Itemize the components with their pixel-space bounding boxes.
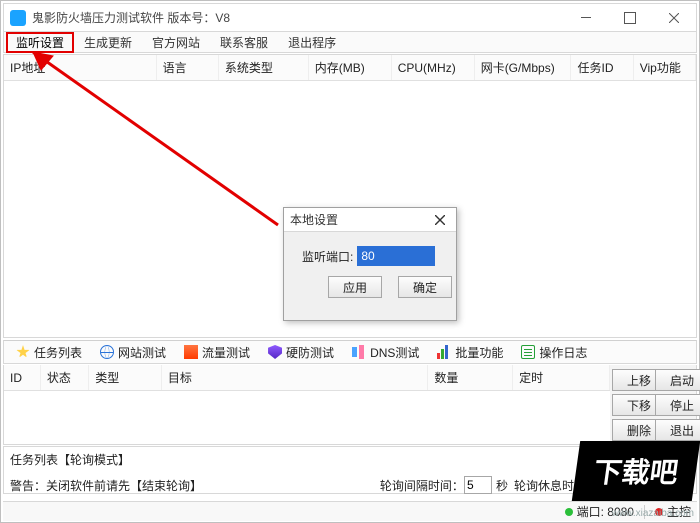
app-icon — [10, 10, 26, 26]
globe-icon — [100, 345, 114, 359]
tb-batch[interactable]: 批量功能 — [429, 342, 511, 363]
tb-hard-test[interactable]: 硬防测试 — [260, 342, 342, 363]
tb-label: 流量测试 — [202, 344, 250, 361]
shield-icon — [268, 345, 282, 359]
tb-label: 硬防测试 — [286, 344, 334, 361]
tcol-target[interactable]: 目标 — [161, 365, 427, 391]
task-toolbar: 任务列表 网站测试 流量测试 硬防测试 DNS测试 批量功能 操作日志 — [3, 340, 697, 364]
watermark-url: www.xiazaiba.com — [612, 508, 694, 519]
tb-label: 网站测试 — [118, 344, 166, 361]
tasks-grid[interactable]: ID 状态 类型 目标 数量 定时 — [4, 365, 610, 444]
tb-label: 操作日志 — [539, 344, 587, 361]
listen-port-label: 监听端口: — [302, 248, 353, 265]
status-led-green-icon — [565, 508, 573, 516]
col-language[interactable]: 语言 — [156, 55, 218, 81]
title-bar: 鬼影防火墙压力测试软件 版本号：V8 — [3, 3, 697, 31]
stop-button[interactable]: 停止 — [655, 394, 700, 416]
tcol-id[interactable]: ID — [4, 365, 40, 391]
task-side-buttons: 上移 启动 下移 停止 删除 退出 — [610, 365, 696, 444]
tb-flow-test[interactable]: 流量测试 — [176, 342, 258, 363]
listen-port-input[interactable] — [357, 246, 435, 266]
warning-text: 警告：关闭软件前请先【结束轮询】 — [10, 477, 202, 494]
menu-exit[interactable]: 退出程序 — [278, 32, 346, 53]
tcol-count[interactable]: 数量 — [428, 365, 513, 391]
col-ip[interactable]: IP地址 — [4, 55, 156, 81]
log-icon — [521, 345, 535, 359]
col-memory[interactable]: 内存(MB) — [308, 55, 391, 81]
tcol-status[interactable]: 状态 — [40, 365, 88, 391]
local-settings-dialog: 本地设置 监听端口: 应用 确定 — [283, 207, 457, 321]
col-os[interactable]: 系统类型 — [218, 55, 308, 81]
watermark-logo: 下载吧 — [572, 441, 700, 501]
dialog-close-button[interactable] — [430, 211, 450, 229]
col-cpu[interactable]: CPU(MHz) — [391, 55, 474, 81]
tb-log[interactable]: 操作日志 — [513, 342, 595, 363]
status-bar: 端口: 8080 主控 — [3, 501, 697, 521]
col-vip[interactable]: Vip功能 — [633, 55, 695, 81]
close-button[interactable] — [652, 4, 696, 31]
minimize-button[interactable] — [564, 4, 608, 31]
flow-icon — [184, 345, 198, 359]
menu-contact-support[interactable]: 联系客服 — [210, 32, 278, 53]
tb-label: 批量功能 — [455, 344, 503, 361]
col-nic[interactable]: 网卡(G/Mbps) — [474, 55, 571, 81]
tb-task-list[interactable]: 任务列表 — [8, 342, 90, 363]
tb-label: 任务列表 — [34, 344, 82, 361]
tb-web-test[interactable]: 网站测试 — [92, 342, 174, 363]
ok-button[interactable]: 确定 — [398, 276, 452, 298]
menu-bar: 监听设置 生成更新 官方网站 联系客服 退出程序 — [3, 31, 697, 53]
start-button[interactable]: 启动 — [655, 369, 700, 391]
tcol-timer[interactable]: 定时 — [513, 365, 610, 391]
menu-generate-update[interactable]: 生成更新 — [74, 32, 142, 53]
tb-dns-test[interactable]: DNS测试 — [344, 342, 427, 363]
col-taskid[interactable]: 任务ID — [571, 55, 633, 81]
interval-label: 轮询间隔时间： — [380, 477, 464, 494]
menu-listen-settings[interactable]: 监听设置 — [6, 32, 74, 53]
exit-button[interactable]: 退出 — [655, 419, 700, 441]
tb-label: DNS测试 — [370, 344, 419, 361]
batch-icon — [437, 345, 451, 359]
sec-label-1: 秒 — [496, 477, 508, 494]
dns-icon — [352, 345, 366, 359]
tcol-type[interactable]: 类型 — [89, 365, 162, 391]
apply-button[interactable]: 应用 — [328, 276, 382, 298]
interval-input[interactable] — [464, 476, 492, 494]
maximize-button[interactable] — [608, 4, 652, 31]
window-title: 鬼影防火墙压力测试软件 版本号：V8 — [32, 9, 564, 26]
star-icon — [16, 345, 30, 359]
menu-official-site[interactable]: 官方网站 — [142, 32, 210, 53]
dialog-title: 本地设置 — [290, 211, 430, 228]
